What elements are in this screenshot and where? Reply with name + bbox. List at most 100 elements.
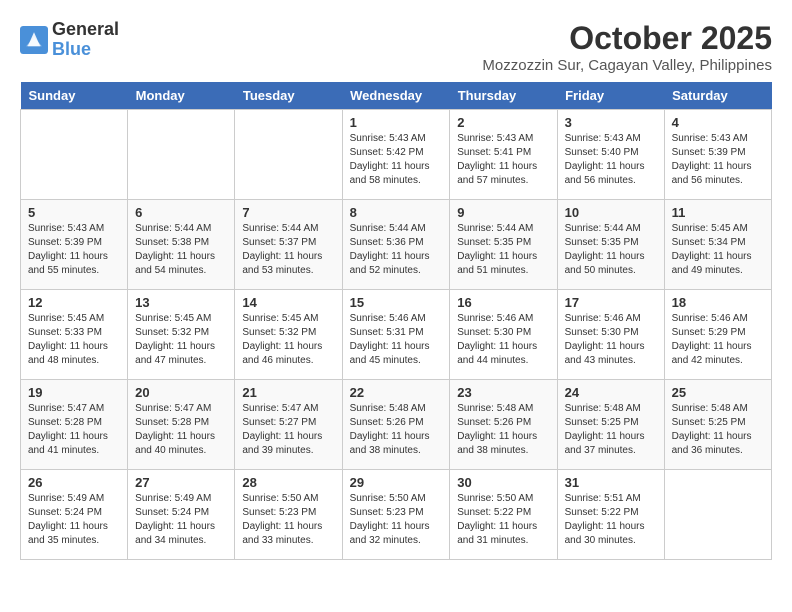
day-number: 26 xyxy=(28,475,120,490)
calendar-week-5: 26 Sunrise: 5:49 AM Sunset: 5:24 PM Dayli… xyxy=(21,470,772,560)
calendar-cell: 24 Sunrise: 5:48 AM Sunset: 5:25 PM Dayli… xyxy=(557,380,664,470)
day-detail: Sunrise: 5:49 AM Sunset: 5:24 PM Dayligh… xyxy=(28,492,120,548)
calendar-table: SundayMondayTuesdayWednesdayThursdayFrid… xyxy=(20,82,772,560)
calendar-cell xyxy=(664,470,771,560)
day-detail: Sunrise: 5:51 AM Sunset: 5:22 PM Dayligh… xyxy=(565,492,657,548)
calendar-week-3: 12Sunrise: 5:45 AM Sunset: 5:33 PM Dayli… xyxy=(21,290,772,380)
weekday-header-monday: Monday xyxy=(128,82,235,110)
calendar-cell: 15Sunrise: 5:46 AM Sunset: 5:31 PM Dayli… xyxy=(342,290,450,380)
day-number: 24 xyxy=(565,385,657,400)
day-number: 27 xyxy=(135,475,227,490)
calendar-cell: 25Sunrise: 5:48 AM Sunset: 5:25 PM Dayli… xyxy=(664,380,771,470)
calendar-cell: 29Sunrise: 5:50 AM Sunset: 5:23 PM Dayli… xyxy=(342,470,450,560)
calendar-cell: 12Sunrise: 5:45 AM Sunset: 5:33 PM Dayli… xyxy=(21,290,128,380)
calendar-cell: 20 Sunrise: 5:47 AM Sunset: 5:28 PM Dayli… xyxy=(128,380,235,470)
month-title: October 2025 xyxy=(482,20,772,57)
day-detail: Sunrise: 5:46 AM Sunset: 5:29 PM Dayligh… xyxy=(672,312,764,368)
day-detail: Sunrise: 5:45 AM Sunset: 5:32 PM Dayligh… xyxy=(242,312,334,368)
calendar-cell: 28 Sunrise: 5:50 AM Sunset: 5:23 PM Dayli… xyxy=(235,470,342,560)
calendar-cell xyxy=(21,110,128,200)
day-detail: Sunrise: 5:45 AM Sunset: 5:34 PM Dayligh… xyxy=(672,222,764,278)
day-detail: Sunrise: 5:50 AM Sunset: 5:22 PM Dayligh… xyxy=(457,492,549,548)
day-detail: Sunrise: 5:48 AM Sunset: 5:26 PM Dayligh… xyxy=(457,402,549,458)
calendar-cell: 26 Sunrise: 5:49 AM Sunset: 5:24 PM Dayli… xyxy=(21,470,128,560)
day-detail: Sunrise: 5:44 AM Sunset: 5:35 PM Dayligh… xyxy=(457,222,549,278)
day-detail: Sunrise: 5:44 AM Sunset: 5:38 PM Dayligh… xyxy=(135,222,227,278)
day-number: 11 xyxy=(672,205,764,220)
weekday-header-friday: Friday xyxy=(557,82,664,110)
day-detail: Sunrise: 5:44 AM Sunset: 5:35 PM Dayligh… xyxy=(565,222,657,278)
calendar-cell xyxy=(235,110,342,200)
day-number: 31 xyxy=(565,475,657,490)
calendar-cell: 2 Sunrise: 5:43 AM Sunset: 5:41 PM Daylig… xyxy=(450,110,557,200)
calendar-cell: 5Sunrise: 5:43 AM Sunset: 5:39 PM Daylig… xyxy=(21,200,128,290)
day-number: 23 xyxy=(457,385,549,400)
day-number: 12 xyxy=(28,295,120,310)
calendar-cell xyxy=(128,110,235,200)
calendar-cell: 19Sunrise: 5:47 AM Sunset: 5:28 PM Dayli… xyxy=(21,380,128,470)
calendar-cell: 30Sunrise: 5:50 AM Sunset: 5:22 PM Dayli… xyxy=(450,470,557,560)
day-detail: Sunrise: 5:44 AM Sunset: 5:37 PM Dayligh… xyxy=(242,222,334,278)
day-detail: Sunrise: 5:47 AM Sunset: 5:28 PM Dayligh… xyxy=(135,402,227,458)
calendar-cell: 21Sunrise: 5:47 AM Sunset: 5:27 PM Dayli… xyxy=(235,380,342,470)
day-number: 21 xyxy=(242,385,334,400)
calendar-cell: 31 Sunrise: 5:51 AM Sunset: 5:22 PM Dayli… xyxy=(557,470,664,560)
calendar-cell: 14Sunrise: 5:45 AM Sunset: 5:32 PM Dayli… xyxy=(235,290,342,380)
calendar-week-1: 1 Sunrise: 5:43 AM Sunset: 5:42 PM Daylig… xyxy=(21,110,772,200)
day-detail: Sunrise: 5:46 AM Sunset: 5:31 PM Dayligh… xyxy=(350,312,443,368)
calendar-cell: 16Sunrise: 5:46 AM Sunset: 5:30 PM Dayli… xyxy=(450,290,557,380)
calendar-cell: 4Sunrise: 5:43 AM Sunset: 5:39 PM Daylig… xyxy=(664,110,771,200)
calendar-week-2: 5Sunrise: 5:43 AM Sunset: 5:39 PM Daylig… xyxy=(21,200,772,290)
calendar-body: 1 Sunrise: 5:43 AM Sunset: 5:42 PM Daylig… xyxy=(21,110,772,560)
location-subtitle: Mozzozzin Sur, Cagayan Valley, Philippin… xyxy=(482,57,772,74)
calendar-cell: 27 Sunrise: 5:49 AM Sunset: 5:24 PM Dayli… xyxy=(128,470,235,560)
calendar-cell: 7 Sunrise: 5:44 AM Sunset: 5:37 PM Daylig… xyxy=(235,200,342,290)
day-detail: Sunrise: 5:50 AM Sunset: 5:23 PM Dayligh… xyxy=(242,492,334,548)
day-detail: Sunrise: 5:43 AM Sunset: 5:41 PM Dayligh… xyxy=(457,132,549,188)
calendar-cell: 22 Sunrise: 5:48 AM Sunset: 5:26 PM Dayli… xyxy=(342,380,450,470)
day-number: 6 xyxy=(135,205,227,220)
day-detail: Sunrise: 5:44 AM Sunset: 5:36 PM Dayligh… xyxy=(350,222,443,278)
title-block: October 2025 Mozzozzin Sur, Cagayan Vall… xyxy=(482,20,772,74)
day-detail: Sunrise: 5:46 AM Sunset: 5:30 PM Dayligh… xyxy=(457,312,549,368)
day-number: 22 xyxy=(350,385,443,400)
calendar-cell: 18Sunrise: 5:46 AM Sunset: 5:29 PM Dayli… xyxy=(664,290,771,380)
day-detail: Sunrise: 5:48 AM Sunset: 5:25 PM Dayligh… xyxy=(672,402,764,458)
day-number: 7 xyxy=(242,205,334,220)
day-detail: Sunrise: 5:48 AM Sunset: 5:25 PM Dayligh… xyxy=(565,402,657,458)
logo-icon xyxy=(20,26,48,54)
day-number: 3 xyxy=(565,115,657,130)
calendar-cell: 8Sunrise: 5:44 AM Sunset: 5:36 PM Daylig… xyxy=(342,200,450,290)
day-detail: Sunrise: 5:43 AM Sunset: 5:42 PM Dayligh… xyxy=(350,132,443,188)
day-detail: Sunrise: 5:43 AM Sunset: 5:40 PM Dayligh… xyxy=(565,132,657,188)
day-detail: Sunrise: 5:50 AM Sunset: 5:23 PM Dayligh… xyxy=(350,492,443,548)
weekday-header-wednesday: Wednesday xyxy=(342,82,450,110)
logo-line1: General xyxy=(52,20,119,40)
page-header: General Blue October 2025 Mozzozzin Sur,… xyxy=(20,20,772,74)
day-number: 2 xyxy=(457,115,549,130)
calendar-cell: 1 Sunrise: 5:43 AM Sunset: 5:42 PM Daylig… xyxy=(342,110,450,200)
weekday-header-tuesday: Tuesday xyxy=(235,82,342,110)
day-detail: Sunrise: 5:47 AM Sunset: 5:28 PM Dayligh… xyxy=(28,402,120,458)
weekday-header-sunday: Sunday xyxy=(21,82,128,110)
day-detail: Sunrise: 5:48 AM Sunset: 5:26 PM Dayligh… xyxy=(350,402,443,458)
logo: General Blue xyxy=(20,20,119,60)
weekday-header-row: SundayMondayTuesdayWednesdayThursdayFrid… xyxy=(21,82,772,110)
day-detail: Sunrise: 5:46 AM Sunset: 5:30 PM Dayligh… xyxy=(565,312,657,368)
day-detail: Sunrise: 5:43 AM Sunset: 5:39 PM Dayligh… xyxy=(672,132,764,188)
calendar-week-4: 19Sunrise: 5:47 AM Sunset: 5:28 PM Dayli… xyxy=(21,380,772,470)
calendar-cell: 6 Sunrise: 5:44 AM Sunset: 5:38 PM Daylig… xyxy=(128,200,235,290)
day-number: 20 xyxy=(135,385,227,400)
day-number: 28 xyxy=(242,475,334,490)
day-number: 5 xyxy=(28,205,120,220)
calendar-cell: 13 Sunrise: 5:45 AM Sunset: 5:32 PM Dayli… xyxy=(128,290,235,380)
calendar-cell: 17 Sunrise: 5:46 AM Sunset: 5:30 PM Dayli… xyxy=(557,290,664,380)
weekday-header-saturday: Saturday xyxy=(664,82,771,110)
day-number: 17 xyxy=(565,295,657,310)
day-number: 1 xyxy=(350,115,443,130)
day-number: 13 xyxy=(135,295,227,310)
calendar-cell: 23 Sunrise: 5:48 AM Sunset: 5:26 PM Dayli… xyxy=(450,380,557,470)
calendar-cell: 3 Sunrise: 5:43 AM Sunset: 5:40 PM Daylig… xyxy=(557,110,664,200)
day-detail: Sunrise: 5:49 AM Sunset: 5:24 PM Dayligh… xyxy=(135,492,227,548)
day-detail: Sunrise: 5:45 AM Sunset: 5:32 PM Dayligh… xyxy=(135,312,227,368)
